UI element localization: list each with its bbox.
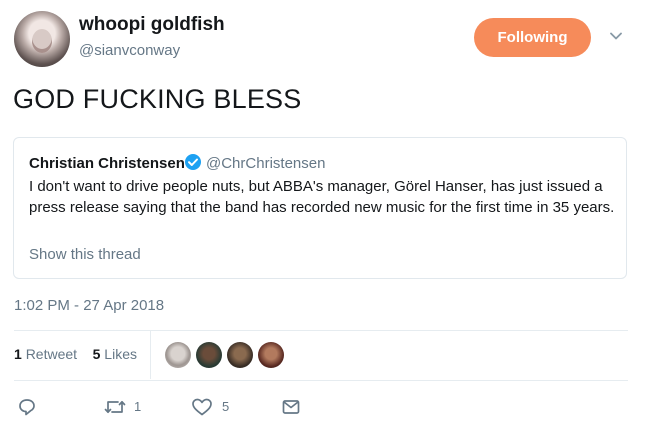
verified-badge-icon [185,154,201,170]
retweets-count: 1 [14,346,22,362]
likes-count: 5 [92,346,101,362]
divider [150,331,151,379]
reply-icon[interactable] [17,397,37,417]
engagement-stats: 1 Retweet 5 Likes [14,346,137,362]
likes-stat[interactable]: 5 Likes [93,346,137,362]
retweet-stat[interactable]: 1 Retweet [14,346,77,362]
retweets-label: Retweet [25,346,78,362]
liker-avatar[interactable] [196,342,222,368]
author-handle[interactable]: @sianvconway [79,42,180,59]
divider [14,380,628,381]
quoted-tweet-text: I don't want to drive people nuts, but A… [29,178,615,216]
show-thread-link[interactable]: Show this thread [29,246,141,263]
liker-avatar[interactable] [165,342,191,368]
liker-avatar[interactable] [258,342,284,368]
quoted-author-handle: @ChrChristensen [206,155,326,172]
following-button[interactable]: Following [474,18,591,57]
tweet-timestamp[interactable]: 1:02 PM - 27 Apr 2018 [14,297,164,314]
chevron-down-icon[interactable] [610,30,622,42]
heart-icon[interactable] [191,397,213,417]
liker-avatar[interactable] [227,342,253,368]
divider [14,330,628,331]
tweet: whoopi goldfish @sianvconway Following G… [0,0,650,431]
quoted-tweet[interactable]: Christian Christensen @ChrChristensen I … [13,137,627,279]
retweet-icon[interactable] [104,397,126,417]
author-display-name[interactable]: whoopi goldfish [79,14,225,36]
retweet-count: 1 [134,399,142,414]
like-count: 5 [222,399,230,414]
quoted-author-name: Christian Christensen [29,155,185,172]
tweet-text: GOD FUCKING BLESS [13,84,302,114]
avatar[interactable] [14,11,70,67]
direct-message-icon[interactable] [281,397,301,417]
likes-label: Likes [104,346,137,362]
